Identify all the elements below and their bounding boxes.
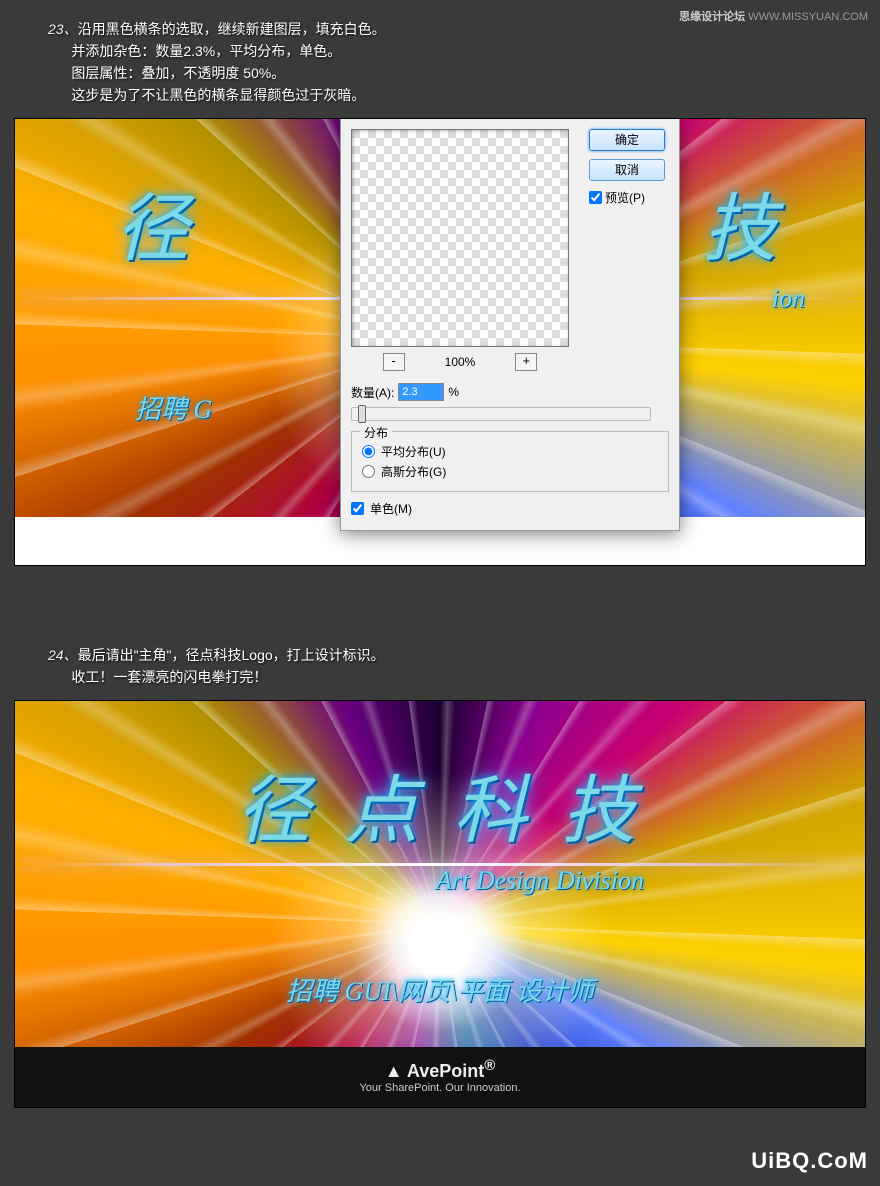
zoom-out-button[interactable]: - — [383, 353, 405, 371]
zoom-value: 100% — [445, 355, 476, 369]
logo-triangle-icon: ▲ — [385, 1061, 403, 1081]
avepoint-logo: ▲ AvePoint® — [15, 1057, 865, 1082]
banner-final: 径 点 科 技 Art Design Division 招聘 GUI\网页\平面… — [14, 700, 866, 1108]
slider-thumb[interactable] — [358, 405, 366, 423]
banner-title: 径 点 科 技 — [15, 751, 865, 858]
distribution-fieldset: 分布 平均分布(U) 高斯分布(G) — [351, 431, 669, 492]
top-watermark: 思缘设计论坛 WWW.MISSYUAN.COM — [679, 8, 868, 24]
radio-uniform[interactable]: 平均分布(U) — [362, 443, 658, 460]
amount-unit: % — [448, 385, 459, 399]
noise-preview — [351, 129, 569, 347]
banner-subtitle: Art Design Division — [15, 866, 865, 896]
logo-strip: ▲ AvePoint® Your SharePoint. Our Innovat… — [15, 1047, 865, 1107]
add-noise-dialog: - 100% + 数量(A): % 分布 平均分布(U) 高斯 — [340, 119, 680, 531]
amount-label: 数量(A): — [351, 384, 394, 401]
zoom-in-button[interactable]: + — [515, 353, 537, 371]
amount-slider[interactable] — [351, 407, 651, 421]
radio-gaussian[interactable]: 高斯分布(G) — [362, 463, 658, 480]
ok-button[interactable]: 确定 — [589, 129, 665, 151]
banner-step-23: 径 技 ion 招聘 G - 100% + 数量(A): % 分布 — [14, 118, 866, 566]
monochrome-checkbox[interactable]: 单色(M) — [351, 500, 669, 517]
logo-tagline: Your SharePoint. Our Innovation. — [15, 1082, 865, 1094]
amount-input[interactable] — [398, 383, 444, 401]
preview-checkbox[interactable]: 预览(P) — [589, 189, 667, 206]
banner-hire-text: 招聘 GUI\网页\平面 设计师 — [15, 971, 865, 1008]
cancel-button[interactable]: 取消 — [589, 159, 665, 181]
step-24-text: 24、最后请出"主角"，径点科技Logo，打上设计标识。 收工！一套漂亮的闪电拳… — [48, 644, 385, 688]
step-23-text: 23、沿用黑色横条的选取，继续新建图层，填充白色。 并添加杂色：数量2.3%，平… — [48, 18, 386, 106]
bottom-watermark: UiBQ.CoM — [751, 1148, 868, 1174]
